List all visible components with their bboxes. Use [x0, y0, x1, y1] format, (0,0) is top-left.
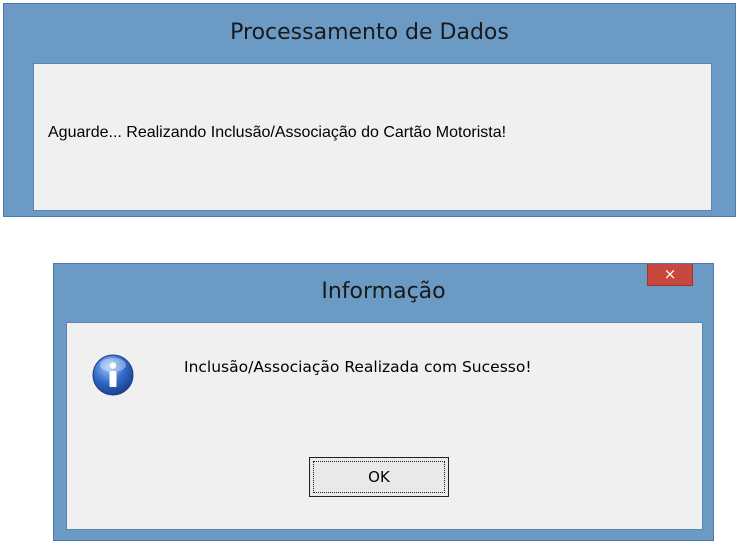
- ok-button[interactable]: OK: [309, 457, 449, 497]
- info-message: Inclusão/Associação Realizada com Sucess…: [184, 358, 532, 376]
- processing-dialog-body: Aguarde... Realizando Inclusão/Associaçã…: [33, 63, 712, 211]
- processing-dialog-title: Processamento de Dados: [230, 20, 509, 45]
- info-dialog: Informação × Inclusão/Associação Realiza…: [53, 263, 714, 541]
- info-dialog-title: Informação: [321, 279, 446, 304]
- ok-button-label: OK: [313, 461, 445, 493]
- info-icon: [92, 354, 134, 396]
- close-button[interactable]: ×: [647, 264, 693, 286]
- processing-dialog: Processamento de Dados Aguarde... Realiz…: [3, 3, 736, 217]
- close-icon: ×: [663, 265, 677, 283]
- info-dialog-body: Inclusão/Associação Realizada com Sucess…: [66, 322, 703, 530]
- processing-message: Aguarde... Realizando Inclusão/Associaçã…: [48, 124, 507, 141]
